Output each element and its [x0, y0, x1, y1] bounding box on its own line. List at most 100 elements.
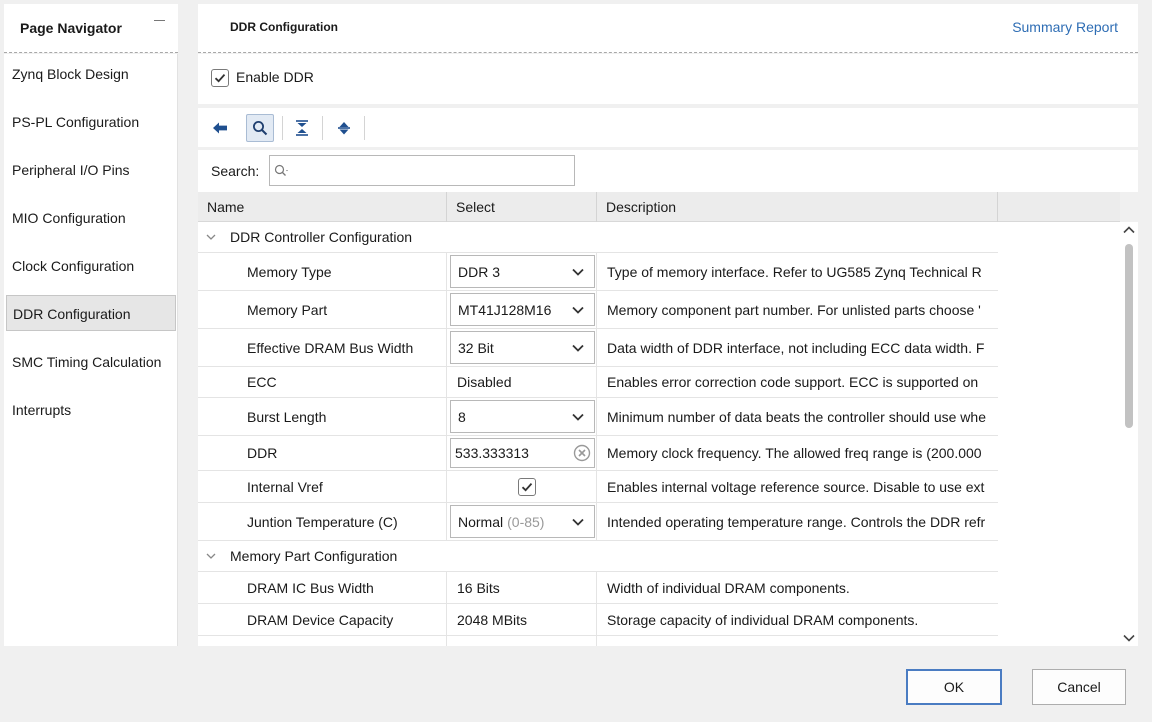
table-row: DRAM IC Bus Width 16 Bits Width of indiv… — [198, 572, 998, 604]
row-name: DRAM IC Bus Width — [198, 572, 447, 603]
dropdown-value: Normal — [458, 513, 504, 530]
group-cell: Memory Part Configuration — [198, 541, 998, 571]
row-value: 2048 MBits — [447, 604, 597, 635]
row-name: DDR — [198, 436, 447, 470]
internal-vref-checkbox[interactable] — [518, 477, 536, 496]
nav-item-mio-configuration[interactable]: MIO Configuration — [6, 200, 176, 236]
row-description: Enables internal voltage reference sourc… — [607, 478, 985, 495]
chevron-down-icon[interactable] — [206, 233, 216, 241]
row-description: Data width of DDR interface, not includi… — [607, 339, 985, 356]
expand-all-button[interactable] — [330, 114, 358, 142]
bus-width-dropdown[interactable]: 32 Bit — [450, 331, 595, 364]
table-row: Memory Part MT41J128M16 Memory component… — [198, 291, 998, 329]
page-title: DDR Configuration — [230, 20, 338, 34]
nav-item-zynq-block-design[interactable]: Zynq Block Design — [6, 56, 176, 92]
back-button[interactable] — [206, 114, 234, 142]
scrollbar-thumb[interactable] — [1125, 244, 1133, 428]
chevron-down-icon — [572, 306, 584, 314]
nav-item-interrupts[interactable]: Interrupts — [6, 392, 176, 428]
row-description: Width of individual DRAM components. — [607, 579, 850, 596]
row-select-cell: 8 — [447, 398, 597, 435]
expand-all-icon — [338, 122, 350, 135]
chevron-up-icon[interactable] — [1123, 226, 1135, 234]
row-select-cell: Normal (0-85) — [447, 503, 597, 540]
clear-icon[interactable] — [573, 444, 591, 462]
checkmark-icon — [214, 74, 226, 83]
table-body: DDR Controller Configuration Memory Type… — [198, 222, 998, 646]
row-description: Memory component part number. For unlist… — [607, 301, 981, 318]
row-description: Intended operating temperature range. Co… — [607, 513, 986, 530]
row-value — [447, 636, 597, 646]
row-select-cell — [447, 471, 597, 502]
row-name: DRAM Device Capacity — [198, 604, 447, 635]
row-name: Memory Part — [198, 291, 447, 328]
nav-item-ddr-configuration[interactable]: DDR Configuration — [6, 295, 176, 331]
row-description: Enables error correction code support. E… — [607, 374, 979, 390]
memory-type-dropdown[interactable]: DDR 3 — [450, 255, 595, 288]
table-group-row[interactable]: Memory Part Configuration — [198, 541, 998, 572]
toolbar-separator — [322, 116, 323, 140]
table-toolbar — [198, 108, 1138, 147]
chevron-down-icon — [572, 268, 584, 276]
search-field[interactable] — [269, 155, 575, 186]
ecc-value: Disabled — [447, 367, 597, 397]
dropdown-value: 8 — [458, 408, 466, 425]
cancel-button[interactable]: Cancel — [1032, 669, 1126, 705]
row-name: Memory Type — [198, 253, 447, 290]
row-select-cell: 32 Bit — [447, 329, 597, 366]
chevron-down-icon[interactable] — [206, 552, 216, 560]
row-name: Internal Vref — [198, 471, 447, 502]
vertical-scrollbar[interactable] — [1120, 222, 1138, 646]
nav-item-clock-configuration[interactable]: Clock Configuration — [6, 248, 176, 284]
back-icon — [213, 122, 227, 134]
collapse-all-button[interactable] — [288, 114, 316, 142]
row-select-cell: MT41J128M16 — [447, 291, 597, 328]
row-description: Type of memory interface. Refer to UG585… — [607, 263, 982, 280]
search-input[interactable] — [294, 160, 570, 182]
column-header-description[interactable]: Description — [597, 192, 998, 222]
page-navigator: Page Navigator Zynq Block Design PS-PL C… — [0, 0, 180, 646]
nav-item-smc-timing-calculation[interactable]: SMC Timing Calculation — [6, 344, 176, 380]
row-name: ECC — [198, 367, 447, 397]
checkmark-icon — [521, 482, 533, 491]
chevron-down-icon — [572, 344, 584, 352]
dropdown-value: MT41J128M16 — [458, 301, 552, 318]
table-row: DRAM Device Capacity 2048 MBits Storage … — [198, 604, 998, 636]
column-header-name[interactable]: Name — [198, 192, 447, 222]
nav-item-ps-pl-configuration[interactable]: PS-PL Configuration — [6, 104, 176, 140]
memory-part-dropdown[interactable]: MT41J128M16 — [450, 293, 595, 326]
search-icon — [274, 164, 288, 176]
navigator-list: Zynq Block Design PS-PL Configuration Pe… — [4, 54, 178, 646]
nav-item-peripheral-io-pins[interactable]: Peripheral I/O Pins — [6, 152, 176, 188]
junction-temperature-dropdown[interactable]: Normal (0-85) — [450, 505, 595, 538]
enable-ddr-row: Enable DDR — [198, 54, 1138, 104]
minimize-icon[interactable] — [154, 14, 166, 26]
summary-report-link[interactable]: Summary Report — [1012, 19, 1118, 35]
table-group-row[interactable]: DDR Controller Configuration — [198, 222, 998, 253]
chevron-down-icon — [572, 518, 584, 526]
dropdown-hint: (0-85) — [507, 513, 545, 530]
search-icon — [253, 121, 268, 136]
navigator-title: Page Navigator — [20, 20, 122, 36]
row-name: Juntion Temperature (C) — [198, 503, 447, 540]
chevron-down-icon[interactable] — [1123, 634, 1135, 642]
ddr-frequency-field[interactable]: 533.333313 — [450, 438, 595, 468]
field-value: 533.333313 — [455, 445, 529, 461]
row-description — [597, 636, 998, 646]
table-row: ECC Disabled Enables error correction co… — [198, 367, 998, 398]
row-name — [198, 636, 447, 646]
row-name: Effective DRAM Bus Width — [198, 329, 447, 366]
collapse-all-icon — [296, 120, 308, 136]
table-row: Effective DRAM Bus Width 32 Bit Data wid… — [198, 329, 998, 367]
ddr-config-table: Name Select Description DDR Controller C… — [198, 192, 1120, 646]
enable-ddr-label: Enable DDR — [236, 69, 314, 85]
toolbar-separator — [364, 116, 365, 140]
burst-length-dropdown[interactable]: 8 — [450, 400, 595, 433]
search-label: Search: — [211, 163, 260, 179]
ok-button[interactable]: OK — [906, 669, 1002, 705]
enable-ddr-checkbox[interactable] — [211, 69, 229, 87]
search-toggle-button[interactable] — [246, 114, 274, 142]
chevron-down-icon — [572, 413, 584, 421]
column-header-select[interactable]: Select — [447, 192, 597, 222]
search-area: Search: — [198, 150, 1138, 192]
